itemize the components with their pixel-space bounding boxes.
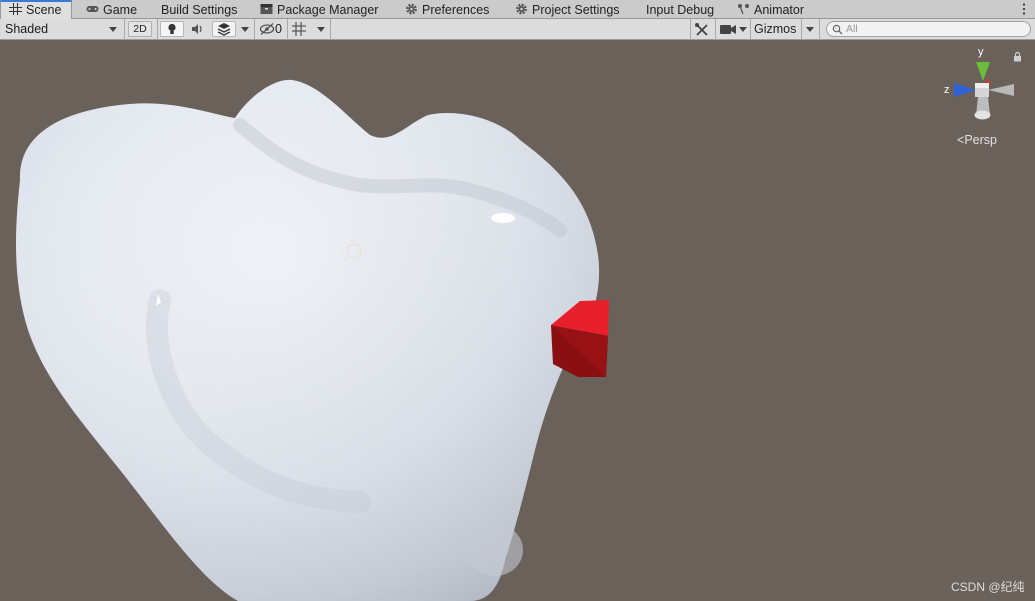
tab-package-manager[interactable]: Package Manager <box>260 0 378 19</box>
camera-icon[interactable] <box>719 23 737 36</box>
gear-icon <box>516 3 527 15</box>
draw-mode-label: Shaded <box>5 22 49 36</box>
search-placeholder: All <box>846 23 858 35</box>
tab-preferences-label: Preferences <box>422 3 490 17</box>
tab-input-debug[interactable]: Input Debug <box>646 0 714 19</box>
tab-project-settings[interactable]: Project Settings <box>515 0 620 19</box>
tab-scene[interactable]: Scene <box>0 0 73 19</box>
tab-project-settings-label: Project Settings <box>532 3 620 17</box>
gear-icon <box>406 3 417 15</box>
camera-dropdown-icon[interactable] <box>739 27 747 32</box>
toolbar-divider <box>157 19 158 40</box>
hidden-eye-icon[interactable] <box>259 22 275 36</box>
grid-toggle-icon[interactable] <box>291 21 307 37</box>
gizmo-z-axis[interactable] <box>954 83 976 97</box>
scene-render[interactable] <box>0 40 1035 601</box>
toolbar-divider <box>254 19 255 40</box>
watermark: CSDN @纪纯 <box>951 580 1025 594</box>
gizmo-y-label: y <box>978 46 984 58</box>
effects-toggle[interactable] <box>212 21 236 37</box>
grid-dropdown-icon[interactable] <box>317 27 325 32</box>
chevron-down-icon <box>109 27 117 32</box>
scene-viewport[interactable]: y z <Persp CSDN @纪纯 <box>0 40 1035 601</box>
tab-package-manager-label: Package Manager <box>277 3 379 17</box>
effects-dropdown-icon[interactable] <box>241 27 249 32</box>
tooth-model[interactable] <box>16 79 600 601</box>
more-options-icon[interactable] <box>1022 2 1026 16</box>
projection-label: Persp <box>964 133 997 147</box>
chevron-down-icon <box>806 27 814 32</box>
gizmos-label: Gizmos <box>754 22 797 36</box>
hidden-objects-count: 0 <box>275 22 282 36</box>
gamepad-icon <box>86 6 99 12</box>
tab-game[interactable]: Game <box>86 0 137 19</box>
tab-preferences[interactable]: Preferences <box>405 0 489 19</box>
audio-toggle[interactable] <box>186 21 210 37</box>
tab-animator-label: Animator <box>754 3 805 17</box>
gizmo-y-axis[interactable] <box>976 62 990 81</box>
toolbar-divider <box>715 19 716 40</box>
lightbulb-icon <box>168 23 176 34</box>
lock-icon[interactable] <box>1013 52 1022 62</box>
tab-build-settings-label: Build Settings <box>161 3 238 17</box>
tab-scene-label: Scene <box>26 3 62 17</box>
projection-toggle[interactable]: <Persp <box>957 133 997 147</box>
animator-icon <box>738 4 749 15</box>
tab-animator[interactable]: Animator <box>737 0 804 19</box>
toolbar-divider <box>801 19 802 40</box>
gizmos-dropdown[interactable]: Gizmos <box>751 19 817 40</box>
tab-game-label: Game <box>103 3 138 17</box>
tab-input-debug-label: Input Debug <box>646 3 715 17</box>
scene-search-field[interactable]: All <box>826 21 1031 37</box>
tools-icon[interactable] <box>694 22 710 37</box>
scene-toolbar: Shaded 2D 0 Gizmos All <box>0 19 1035 40</box>
tab-build-settings[interactable]: Build Settings <box>161 0 237 19</box>
layers-icon <box>217 23 231 36</box>
search-icon <box>832 24 843 35</box>
toolbar-divider <box>287 19 288 40</box>
package-icon <box>260 4 273 14</box>
2d-mode-toggle[interactable]: 2D <box>128 21 152 37</box>
draw-mode-dropdown[interactable]: Shaded <box>0 19 124 40</box>
grid-icon <box>9 3 22 15</box>
lighting-toggle[interactable] <box>160 21 184 37</box>
speaker-icon <box>192 24 202 34</box>
toolbar-divider <box>819 19 820 40</box>
editor-tab-bar: Scene Game Build Settings Package Manage… <box>0 0 1035 19</box>
gizmo-z-label: z <box>944 84 950 96</box>
toolbar-divider <box>690 19 691 40</box>
toolbar-divider <box>330 19 331 40</box>
toolbar-divider <box>124 19 125 40</box>
